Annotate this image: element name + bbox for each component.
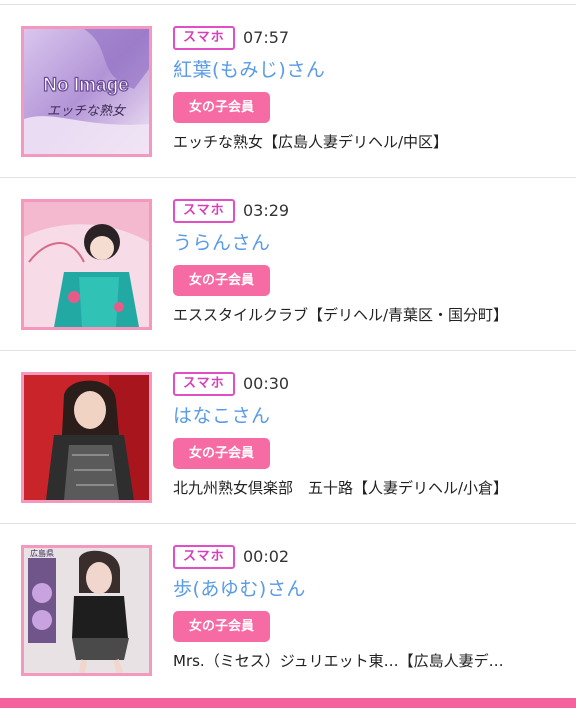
shop-name[interactable]: Mrs.（ミセス）ジュリエット東…【広島人妻デ… — [173, 649, 563, 673]
no-image-subtitle: エッチな熟女 — [47, 103, 127, 119]
device-badge: スマホ — [173, 545, 235, 569]
post-time: 00:30 — [243, 374, 290, 393]
photo-caption: 広島県 — [30, 548, 54, 558]
post-time: 07:57 — [243, 28, 290, 47]
profile-photo[interactable]: No Image エッチな熟女 — [21, 26, 152, 157]
girl-name-link[interactable]: 紅葉(もみじ)さん — [173, 57, 325, 83]
list-item[interactable]: No Image エッチな熟女 スマホ 07:57 紅葉(もみじ)さん 女の子会… — [0, 5, 576, 178]
post-time: 00:02 — [243, 547, 290, 566]
user-list: No Image エッチな熟女 スマホ 07:57 紅葉(もみじ)さん 女の子会… — [0, 5, 576, 697]
device-badge: スマホ — [173, 26, 235, 50]
shop-name[interactable]: エッチな熟女【広島人妻デリヘル/中区】 — [173, 130, 563, 154]
profile-photo[interactable] — [21, 199, 152, 330]
no-image-title: No Image — [43, 75, 129, 96]
bottom-accent-bar — [0, 698, 576, 708]
list-item[interactable]: 広島県 スマホ 00:02 歩(あゆむ)さん 女の子会員 Mrs.（ミセス）ジュ… — [0, 524, 576, 697]
list-item[interactable]: スマホ 03:29 うらんさん 女の子会員 エススタイルクラブ【デリヘル/青葉区… — [0, 178, 576, 351]
list-item[interactable]: スマホ 00:30 はなこさん 女の子会員 北九州熟女倶楽部 五十路【人妻デリヘ… — [0, 351, 576, 524]
profile-photo[interactable]: 広島県 — [21, 545, 152, 676]
girl-name-link[interactable]: 歩(あゆむ)さん — [173, 576, 306, 602]
member-badge: 女の子会員 — [173, 611, 270, 642]
member-badge: 女の子会員 — [173, 438, 270, 469]
shop-name[interactable]: 北九州熟女倶楽部 五十路【人妻デリヘル/小倉】 — [173, 476, 563, 500]
device-badge: スマホ — [173, 372, 235, 396]
member-badge: 女の子会員 — [173, 265, 270, 296]
girl-name-link[interactable]: うらんさん — [173, 230, 271, 256]
shop-name[interactable]: エススタイルクラブ【デリヘル/青葉区・国分町】 — [173, 303, 563, 327]
device-badge: スマホ — [173, 199, 235, 223]
post-time: 03:29 — [243, 201, 290, 220]
member-badge: 女の子会員 — [173, 92, 270, 123]
profile-photo[interactable] — [21, 372, 152, 503]
girl-name-link[interactable]: はなこさん — [173, 403, 271, 429]
